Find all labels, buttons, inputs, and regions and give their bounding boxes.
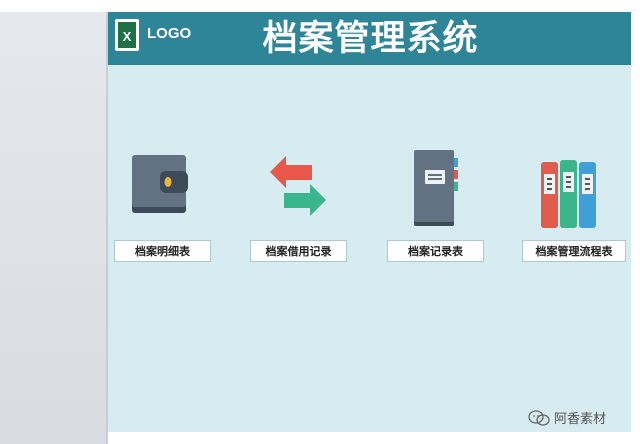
archive-process-button[interactable]: 档案管理流程表 bbox=[522, 240, 626, 262]
wechat-icon bbox=[528, 409, 550, 426]
watermark: 阿香素材 bbox=[528, 408, 606, 427]
watermark-text: 阿香素材 bbox=[554, 412, 607, 427]
page-title: 档案管理系统 bbox=[262, 19, 479, 59]
archive-record-button[interactable]: 档案记录表 bbox=[387, 240, 484, 262]
excel-logo-icon: X bbox=[115, 19, 139, 51]
notebook-icon[interactable] bbox=[411, 148, 459, 228]
dashboard-area: X LOGO 档案管理系统 档案明细表 档案借用记录 档案记录表 档案管理流程表 bbox=[108, 12, 631, 432]
left-panel bbox=[0, 12, 108, 444]
archive-borrow-button[interactable]: 档案借用记录 bbox=[250, 240, 347, 262]
archive-detail-button[interactable]: 档案明细表 bbox=[114, 240, 211, 262]
wallet-icon[interactable] bbox=[130, 153, 188, 215]
header-bar: X LOGO 档案管理系统 bbox=[108, 12, 631, 65]
transfer-arrows-icon[interactable] bbox=[268, 154, 328, 220]
svg-text:X: X bbox=[123, 29, 132, 44]
logo-text: LOGO bbox=[147, 25, 192, 42]
binders-icon[interactable] bbox=[539, 158, 599, 230]
top-strip bbox=[0, 0, 640, 12]
